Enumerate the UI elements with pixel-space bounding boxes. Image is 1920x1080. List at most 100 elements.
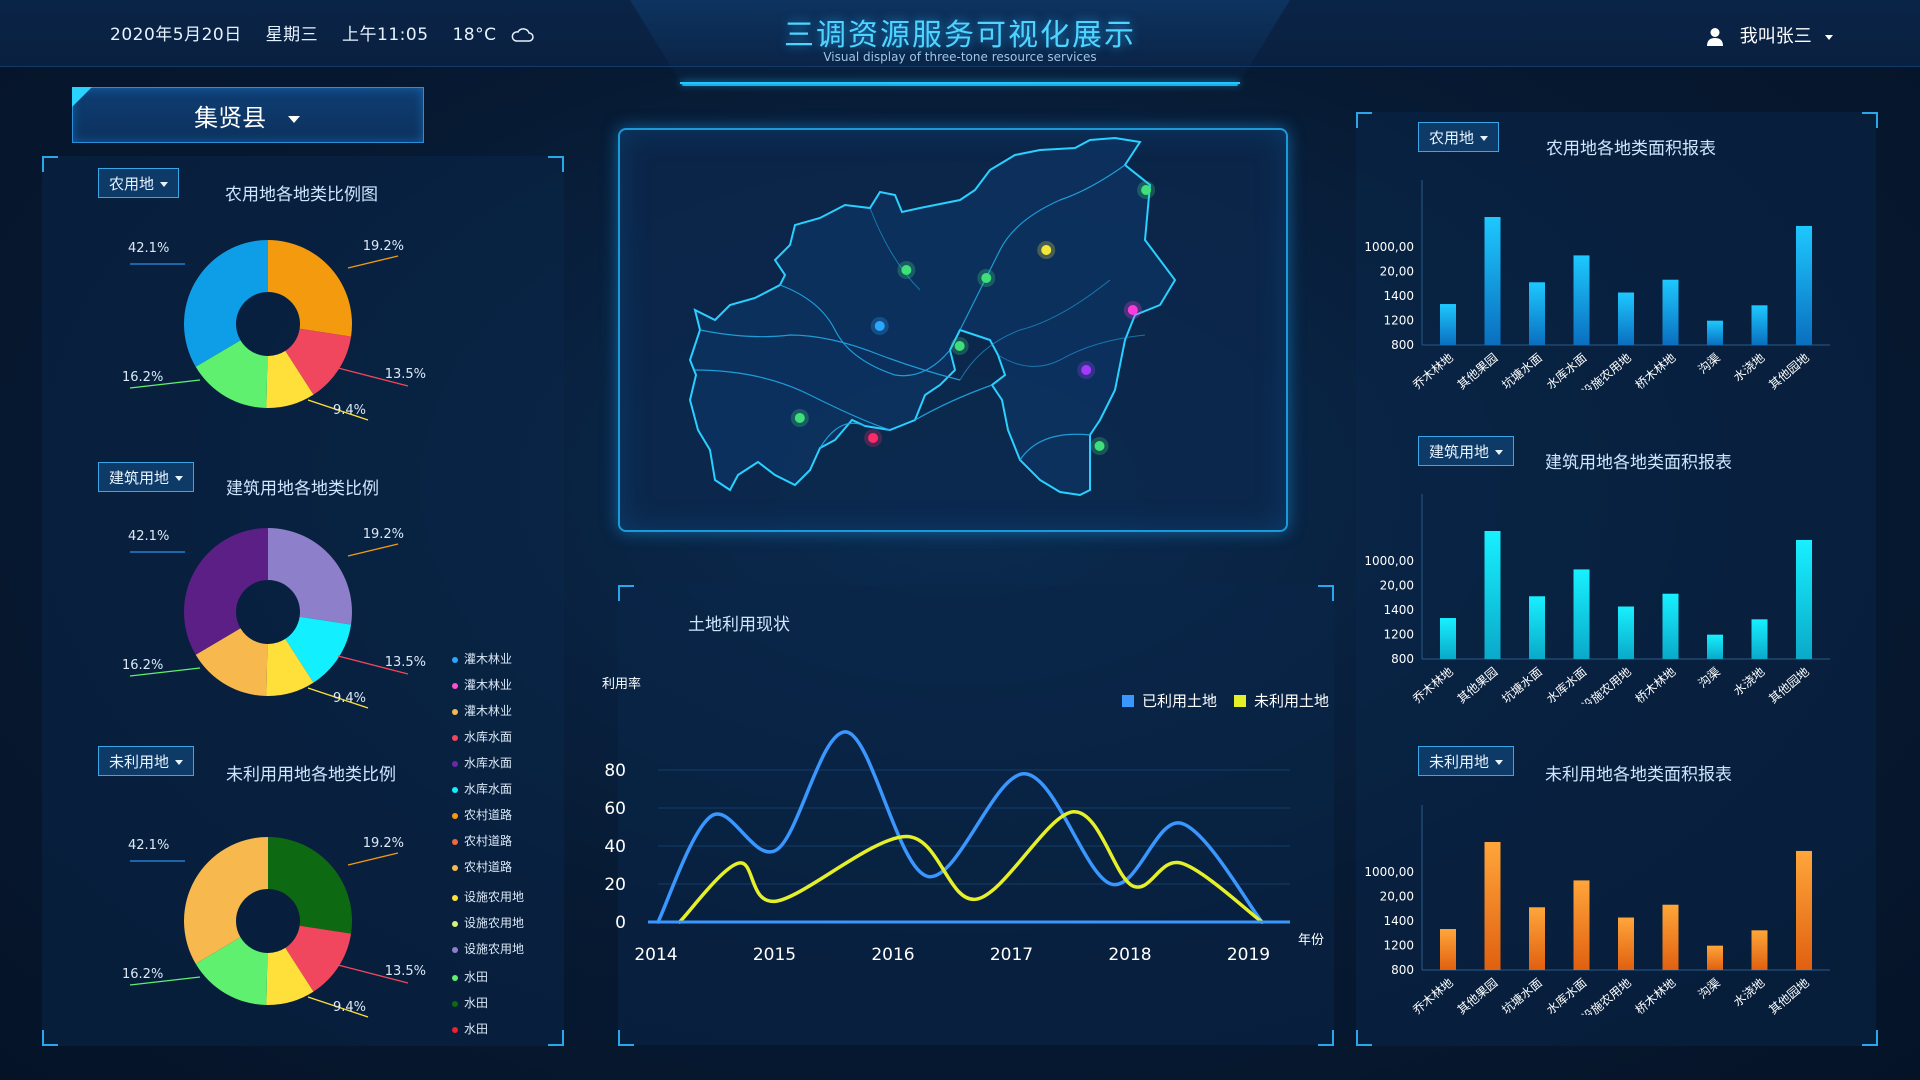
land-type-dropdown[interactable]: 建筑用地: [1418, 436, 1515, 466]
x-tick-label: 其他园地: [1766, 351, 1812, 390]
legend-dot: [452, 656, 458, 663]
donut-chart: 42.1% 19.2% 16.2% 13.5% 9.4%: [122, 239, 426, 421]
county-map[interactable]: [618, 128, 1288, 532]
legend-dot: [452, 760, 458, 767]
bar: [1796, 225, 1812, 345]
x-tick-label: 沟渠: [1696, 351, 1723, 377]
section-title: 农用地各地类面积报表: [1546, 139, 1716, 159]
land-type-dropdown[interactable]: 农用地: [98, 168, 180, 198]
land-type-dropdown[interactable]: 未利用地: [98, 746, 195, 776]
x-tick-label: 2015: [753, 945, 796, 965]
corner-decoration: [1318, 585, 1334, 601]
map-point[interactable]: [1094, 441, 1105, 451]
map-point[interactable]: [1041, 245, 1052, 255]
donut-chart: 42.1% 19.2% 16.2% 13.5% 9.4%: [122, 527, 426, 709]
y-tick-label: 1000,00: [1364, 865, 1414, 879]
x-tick-label: 其他园地: [1766, 976, 1812, 1015]
legend-label: 设施农用地: [464, 916, 525, 930]
x-tick-label: 桥木林地: [1633, 665, 1679, 704]
dropdown-label: 未利用地: [1429, 753, 1490, 771]
caret-down-icon: [1495, 450, 1504, 455]
map-point[interactable]: [874, 321, 885, 331]
map-point[interactable]: [794, 413, 805, 423]
map-point[interactable]: [954, 341, 965, 351]
x-tick-label: 2014: [634, 945, 677, 965]
bar: [1796, 850, 1812, 970]
map-point[interactable]: [981, 273, 992, 283]
legend-item: 水库水面: [452, 728, 512, 745]
bar: [1484, 531, 1501, 659]
caret-down-icon: [1495, 760, 1504, 765]
land-type-dropdown[interactable]: 农用地: [1418, 122, 1500, 152]
corner-decoration: [1862, 112, 1878, 128]
slice-percent-label: 9.4%: [333, 691, 366, 706]
slice-percent-label: 13.5%: [385, 367, 426, 382]
section-title: 未利用地各地类面积报表: [1545, 765, 1732, 785]
y-tick-label: 800: [1391, 652, 1414, 666]
x-tick-label: 乔木林地: [1410, 665, 1456, 704]
y-tick-label: 0: [615, 913, 626, 933]
series-line: [677, 810, 1264, 924]
section-title: 农用地各地类比例图: [225, 185, 378, 205]
map-point[interactable]: [901, 265, 912, 275]
y-tick-label: 80: [604, 761, 626, 781]
legend-label: 设施农用地: [464, 890, 525, 904]
x-tick-label: 水浇地: [1731, 976, 1768, 1010]
map-point[interactable]: [1081, 365, 1092, 375]
legend-dot: [452, 894, 458, 901]
y-tick-label: 60: [604, 799, 626, 819]
bar: [1618, 917, 1634, 970]
donut-chart: 42.1% 19.2% 16.2% 13.5% 9.4%: [122, 836, 426, 1018]
slice-percent-label: 13.5%: [385, 655, 426, 670]
land-type-dropdown[interactable]: 建筑用地: [98, 462, 195, 492]
bar: [1573, 569, 1590, 659]
land-type-dropdown[interactable]: 未利用地: [1418, 746, 1515, 776]
user-menu[interactable]: 我叫张三: [1706, 22, 1834, 48]
dropdown-label: 建筑用地: [1429, 443, 1490, 461]
legend-label: 灌木林业: [464, 678, 513, 692]
section-title: 建筑用地各地类比例: [226, 479, 379, 499]
dropdown-label: 建筑用地: [109, 469, 170, 487]
slice-percent-label: 13.5%: [385, 964, 426, 979]
caret-down-icon: [175, 760, 184, 765]
x-tick-label: 桥木林地: [1633, 351, 1679, 390]
x-tick-label: 设施农用地: [1579, 976, 1634, 1015]
bar: [1662, 279, 1679, 345]
legend-item: 水库水面: [452, 754, 512, 771]
x-tick-label: 坑塘水面: [1499, 975, 1545, 1015]
legend-dot: [452, 786, 458, 793]
legend-label: 农村道路: [464, 860, 513, 874]
dropdown-label: 未利用地: [109, 753, 170, 771]
y-tick-label: 1000,00: [1364, 240, 1414, 254]
legend-item: 设施农用地: [452, 888, 524, 905]
x-tick-label: 其他园地: [1766, 665, 1812, 704]
y-tick-label: 20,00: [1380, 579, 1414, 593]
donut-slice: [268, 528, 353, 625]
section-title: 未利用用地各地类比例: [226, 765, 396, 785]
y-tick-label: 1200: [1383, 939, 1414, 953]
x-tick-label: 坑塘水面: [1499, 350, 1545, 390]
x-tick-label: 其他果园: [1455, 976, 1501, 1015]
map-point[interactable]: [1127, 305, 1138, 315]
dropdown-label: 农用地: [109, 175, 155, 193]
map-point[interactable]: [1141, 185, 1152, 195]
bar: [1707, 634, 1723, 659]
cloud-icon: [512, 28, 535, 42]
bar: [1484, 217, 1501, 345]
leader-line: [347, 543, 399, 557]
legend-item: 水田: [452, 1020, 488, 1037]
series-legend-label: 已利用土地: [1142, 692, 1217, 710]
legend-dot: [452, 1000, 458, 1007]
x-tick-label: 沟渠: [1696, 665, 1723, 691]
y-tick-label: 1400: [1383, 914, 1414, 928]
legend-label: 设施农用地: [464, 942, 525, 956]
map-point[interactable]: [868, 433, 879, 443]
bar: [1440, 618, 1456, 659]
legend-label: 农村道路: [464, 834, 513, 848]
county-select-label[interactable]: 集贤县: [72, 98, 422, 133]
legend-item: 水库水面: [452, 780, 512, 797]
x-tick-label: 桥木林地: [1633, 976, 1679, 1015]
slice-percent-label: 16.2%: [122, 370, 163, 385]
x-tick-label: 2017: [990, 945, 1033, 965]
legend-label: 水田: [464, 970, 489, 984]
